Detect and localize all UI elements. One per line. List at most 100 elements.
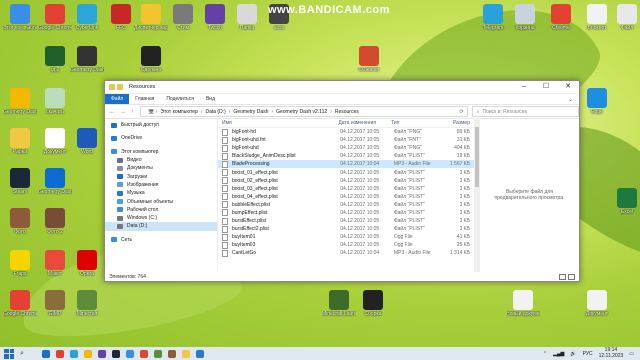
breadcrumb-separator-icon[interactable]: › bbox=[271, 109, 273, 115]
file-row[interactable]: bigFont-hd 04.12.2017 10:05 Файл "PNG" 89 К… bbox=[218, 128, 474, 136]
quick-access-toolbar[interactable] bbox=[109, 84, 123, 90]
desktop-icon[interactable]: Документ bbox=[580, 290, 614, 317]
taskbar-app-icon[interactable] bbox=[140, 349, 148, 358]
nav-item[interactable]: Объемные объекты bbox=[105, 197, 217, 205]
forward-arrow-icon[interactable]: → bbox=[120, 109, 126, 115]
file-row[interactable]: bumpEffect.plist 04.12.2017 10:05 Файл "PL… bbox=[218, 209, 474, 217]
desktop-icon[interactable]: Макет bbox=[38, 250, 72, 277]
desktop-icon[interactable]: Google Chrome bbox=[38, 4, 72, 31]
file-row[interactable]: buyItem01 04.12.2017 10:05 Ogg File 41 КБ bbox=[218, 233, 474, 241]
taskbar-app-icon[interactable] bbox=[126, 349, 134, 358]
nav-item[interactable]: Data (D:) bbox=[105, 222, 217, 231]
breadcrumb-item[interactable]: Geometry Dash v2.112 bbox=[276, 109, 327, 115]
taskbar-app-icon[interactable] bbox=[42, 349, 50, 358]
breadcrumb-item[interactable]: Data (D:) bbox=[205, 109, 225, 115]
file-row[interactable]: BladeProcessing 04.12.2017 10:04 MP3 - Aud… bbox=[218, 160, 474, 169]
file-row[interactable]: bigFont-uhd 04.12.2017 10:05 Файл "PNG" 404… bbox=[218, 144, 474, 152]
taskbar-app-icon[interactable] bbox=[196, 349, 204, 358]
column-size[interactable]: Размер bbox=[442, 120, 474, 126]
breadcrumb-separator-icon[interactable]: › bbox=[330, 109, 332, 115]
breadcrumb-separator-icon[interactable]: › bbox=[201, 109, 203, 115]
computer-icon[interactable]: 🖥 › bbox=[148, 109, 157, 115]
desktop-icon[interactable]: Steam bbox=[3, 168, 37, 195]
file-row[interactable]: burstEffect.plist 04.12.2017 10:05 Файл "P… bbox=[218, 217, 474, 225]
desktop-icon[interactable]: Этот компьютер bbox=[3, 4, 37, 31]
title-bar[interactable]: Resources – ☐ ✕ bbox=[105, 81, 579, 94]
desktop-icon[interactable]: Papka bbox=[3, 128, 37, 155]
desktop-icon[interactable]: Диспетчер задач bbox=[134, 4, 168, 31]
taskbar-app-icon[interactable] bbox=[56, 349, 64, 358]
close-button[interactable]: ✕ bbox=[557, 81, 579, 93]
desktop-icon[interactable]: скачать bbox=[38, 88, 72, 115]
desktop-icon[interactable]: Twitch bbox=[198, 4, 232, 31]
refresh-icon[interactable]: ⟳ bbox=[459, 109, 463, 115]
desktop-icon[interactable]: Minecraft Launcher bbox=[322, 290, 356, 317]
desktop-icon[interactable]: Документ bbox=[38, 128, 72, 155]
file-row[interactable]: boost_02_effect.plist 04.12.2017 10:05 Фай… bbox=[218, 177, 474, 185]
desktop-icon[interactable]: Telegram bbox=[476, 4, 510, 31]
column-type[interactable]: Тип bbox=[387, 120, 442, 126]
desktop-icon[interactable]: Корзина bbox=[508, 4, 542, 31]
breadcrumb-item[interactable]: Geometry Dash bbox=[233, 109, 268, 115]
tab-view[interactable]: Вид bbox=[200, 96, 221, 102]
tab-home[interactable]: Главная bbox=[129, 96, 160, 102]
explorer-window[interactable]: Resources – ☐ ✕ Файл Главная Поделиться … bbox=[104, 80, 580, 282]
file-row[interactable]: boost_04_effect.plist 04.12.2017 10:05 Фай… bbox=[218, 193, 474, 201]
scrollbar-thumb[interactable] bbox=[475, 127, 479, 187]
taskbar-app-icon[interactable] bbox=[112, 349, 120, 358]
desktop-icon[interactable]: GIMP bbox=[38, 290, 72, 317]
breadcrumb-separator-icon[interactable]: › bbox=[229, 109, 231, 115]
search-icon[interactable]: ⌕ bbox=[20, 350, 28, 358]
nav-item[interactable]: Рабочий стол bbox=[105, 206, 217, 214]
tab-file[interactable]: Файл bbox=[105, 94, 130, 104]
desktop-icon[interactable]: FFC bbox=[104, 4, 138, 31]
chevron-down-icon[interactable]: ⌄ bbox=[568, 96, 573, 103]
desktop-icon[interactable]: Файл bbox=[610, 4, 640, 31]
notifications-icon[interactable]: ▭ bbox=[629, 351, 634, 357]
file-row[interactable]: BlackSludge_AnimDesc.plist 04.12.2017 10:… bbox=[218, 152, 474, 160]
file-row[interactable]: bigFont-uhd.fnt 04.12.2017 10:05 Файл "FNT… bbox=[218, 136, 474, 144]
breadcrumb-item[interactable]: Resources bbox=[335, 109, 359, 115]
chevron-up-icon[interactable]: ⌃ bbox=[543, 351, 547, 357]
maximize-button[interactable]: ☐ bbox=[535, 81, 557, 93]
file-row[interactable]: burstEffect2.plist 04.12.2017 10:05 Файл "… bbox=[218, 225, 474, 233]
taskbar-app-icon[interactable] bbox=[98, 349, 106, 358]
desktop-icon[interactable]: Сделано bbox=[134, 46, 168, 73]
file-row[interactable]: boost_01_effect.plist 04.12.2017 10:05 Фай… bbox=[218, 168, 474, 177]
desktop-icon[interactable]: Word bbox=[70, 128, 104, 155]
taskbar-app-icon[interactable] bbox=[182, 349, 190, 358]
nav-item[interactable]: Этот компьютер bbox=[105, 148, 217, 156]
breadcrumb-item[interactable]: Этот компьютер bbox=[160, 109, 197, 115]
desktop-icon[interactable]: Opera bbox=[70, 250, 104, 277]
desktop-icon[interactable]: Фото bbox=[3, 208, 37, 235]
taskbar-app-icon[interactable] bbox=[154, 349, 162, 358]
file-row[interactable]: CantLetGo 04.12.2017 10:04 MP3 - Audio Fil… bbox=[218, 249, 474, 257]
desktop-icon[interactable]: Фото 2 bbox=[38, 208, 72, 235]
desktop-icon[interactable]: CyberLink bbox=[70, 4, 104, 31]
nav-item[interactable]: Видео bbox=[105, 156, 217, 164]
start-button[interactable] bbox=[4, 348, 14, 359]
network-icon[interactable]: ▂▄▆ bbox=[553, 351, 564, 357]
language-indicator[interactable]: РУС bbox=[583, 351, 593, 357]
desktop-icon[interactable]: Стим bbox=[166, 4, 200, 31]
desktop-icon[interactable]: Блокнот bbox=[580, 4, 614, 31]
desktop-icon[interactable]: Geometry Dash bbox=[70, 46, 104, 73]
tab-share[interactable]: Поделиться bbox=[160, 96, 200, 102]
nav-item[interactable]: Музыка bbox=[105, 189, 217, 197]
nav-item[interactable]: Сеть bbox=[105, 236, 217, 244]
up-arrow-icon[interactable]: ↑ bbox=[131, 109, 134, 115]
minimize-button[interactable]: – bbox=[513, 81, 535, 93]
desktop-icon[interactable]: CCleaner bbox=[352, 46, 386, 73]
volume-icon[interactable]: 🔊 bbox=[570, 351, 576, 357]
address-bar[interactable]: 🖥 › Этот компьютер › Data (D:) › Geometry Das… bbox=[140, 106, 468, 117]
nav-item[interactable]: Загрузки bbox=[105, 172, 217, 180]
desktop-icon[interactable]: Сборка bbox=[356, 290, 390, 317]
nav-item[interactable]: Изображения bbox=[105, 181, 217, 189]
desktop-icon[interactable]: Minecraft bbox=[70, 290, 104, 317]
desktop-icon[interactable]: Geometry Dash v1.3 bbox=[3, 88, 37, 115]
nav-item[interactable]: Windows (C:) bbox=[105, 214, 217, 222]
taskbar-app-icon[interactable] bbox=[70, 349, 78, 358]
file-row[interactable]: boost_03_effect.plist 04.12.2017 10:05 Фай… bbox=[218, 185, 474, 193]
large-icons-view-icon[interactable] bbox=[568, 273, 575, 280]
desktop-icon[interactable]: Папка bbox=[230, 4, 264, 31]
